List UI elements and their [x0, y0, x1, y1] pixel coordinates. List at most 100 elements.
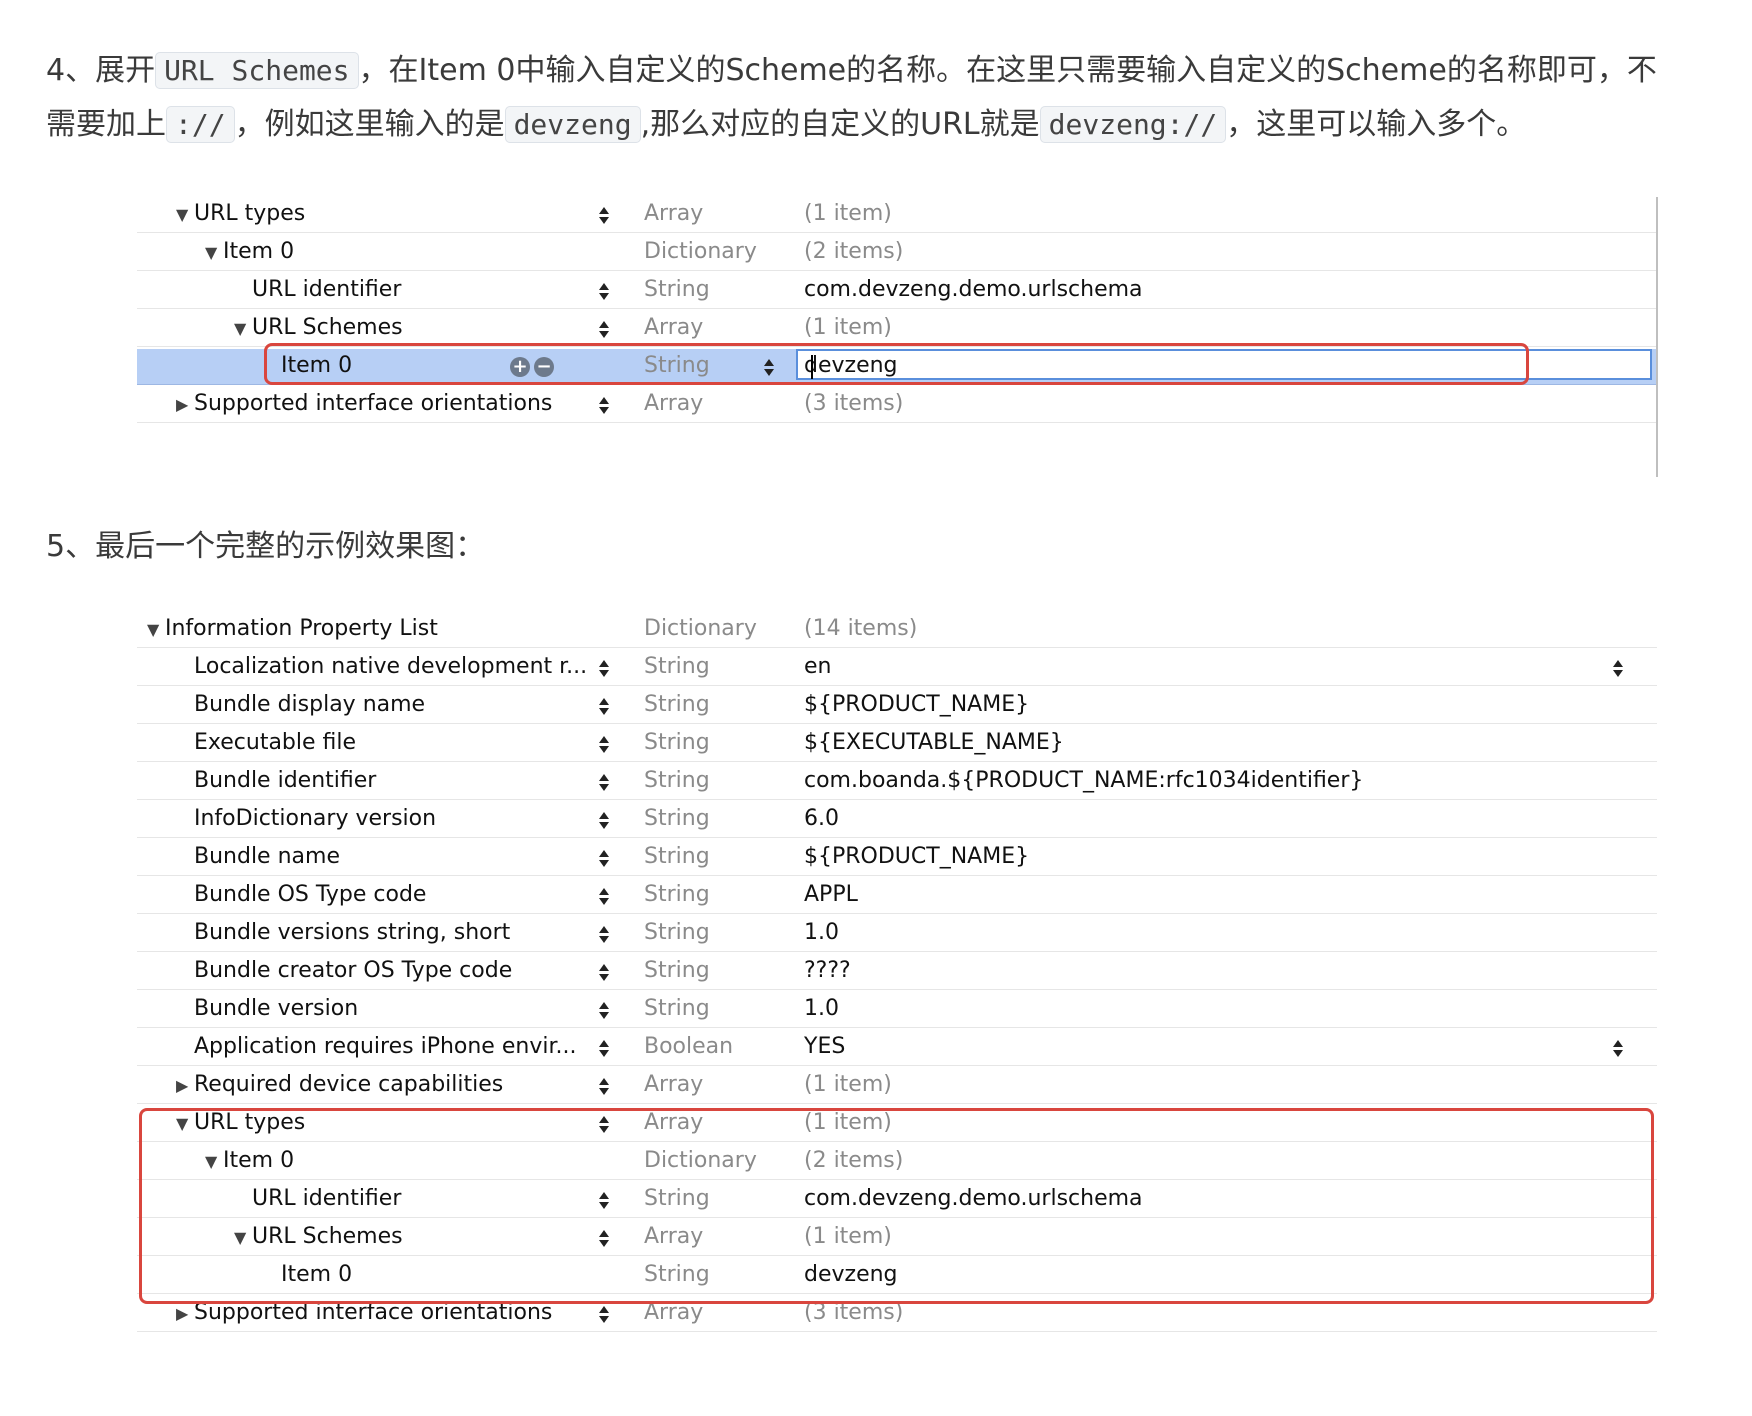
stepper-icon[interactable]	[598, 884, 610, 908]
plist-value[interactable]: en	[804, 654, 831, 679]
stepper-icon[interactable]	[1612, 1036, 1624, 1060]
plist-key-label: Required device capabilities	[194, 1072, 504, 1097]
stepper-icon[interactable]	[598, 960, 610, 984]
plist-value[interactable]: 1.0	[804, 996, 839, 1021]
stepper-icon[interactable]	[598, 656, 610, 680]
plist-row[interactable]: Bundle identifier String com.boanda.${PROD…	[137, 764, 1657, 800]
plist-value[interactable]: ${PRODUCT_NAME}	[804, 692, 1029, 717]
highlight-box-edit-row	[264, 343, 1529, 385]
plist-row[interactable]: ▼ Item 0 Dictionary (2 items)	[137, 235, 1657, 271]
stepper-icon[interactable]	[598, 694, 610, 718]
stepper-icon[interactable]	[598, 998, 610, 1022]
plist-value[interactable]: (3 items)	[804, 391, 903, 416]
plist-row[interactable]: Bundle versions string, short String 1.0	[137, 916, 1657, 952]
plist-row[interactable]: Localization native development r... Stri…	[137, 650, 1657, 686]
plist-value[interactable]: APPL	[804, 882, 858, 907]
plist-row[interactable]: ▼ URL types Array (1 item)	[137, 197, 1657, 233]
plist-value[interactable]: YES	[804, 1034, 845, 1059]
plist-row[interactable]: InfoDictionary version String 6.0	[137, 802, 1657, 838]
plist-type[interactable]: Dictionary	[644, 239, 757, 264]
plist-type[interactable]: String	[644, 806, 710, 831]
plist-row[interactable]: Executable file String ${EXECUTABLE_NAME}	[137, 726, 1657, 762]
stepper-icon[interactable]	[598, 1074, 610, 1098]
plist-value[interactable]: (2 items)	[804, 239, 903, 264]
plist-key-label: Bundle name	[194, 844, 340, 869]
disclosure-expanded-icon[interactable]: ▼	[205, 243, 223, 262]
disclosure-collapsed-icon[interactable]: ▶	[176, 1304, 194, 1323]
plist-type[interactable]: Array	[644, 391, 703, 416]
plist-type[interactable]: String	[644, 844, 710, 869]
plist-type[interactable]: String	[644, 958, 710, 983]
plist-key-label: Item 0	[223, 239, 295, 264]
plist-type[interactable]: Dictionary	[644, 616, 757, 641]
stepper-icon[interactable]	[598, 770, 610, 794]
plist-right-border	[1656, 197, 1658, 477]
plist-row[interactable]: ▶ Supported interface orientations Array (3…	[137, 387, 1657, 423]
stepper-icon[interactable]	[598, 393, 610, 417]
inline-code: devzeng	[504, 106, 641, 143]
plist-value[interactable]: (1 item)	[804, 1072, 892, 1097]
step4-line2: 需要加上://，例如这里输入的是 devzeng ,那么对应的自定义的URL就是 de…	[46, 98, 1746, 152]
plist-row[interactable]: Bundle name String ${PRODUCT_NAME}	[137, 840, 1657, 876]
plist-type[interactable]: Boolean	[644, 1034, 733, 1059]
stepper-icon[interactable]	[598, 732, 610, 756]
plist-type[interactable]: Array	[644, 1072, 703, 1097]
plist-key-label: Information Property List	[165, 616, 438, 641]
plist-key-label: URL identifier	[252, 277, 402, 302]
disclosure-collapsed-icon[interactable]: ▶	[176, 1076, 194, 1095]
plist-editor-url-schemes: ▼ URL types Array (1 item) ▼ Item 0 Dictionary…	[137, 197, 1657, 477]
paragraph-text: 需要加上	[46, 107, 166, 142]
stepper-icon[interactable]	[598, 808, 610, 832]
plist-type[interactable]: String	[644, 730, 710, 755]
plist-type[interactable]: String	[644, 996, 710, 1021]
plist-row[interactable]: Bundle version String 1.0	[137, 992, 1657, 1028]
disclosure-expanded-icon[interactable]: ▼	[147, 620, 165, 639]
plist-type[interactable]: String	[644, 277, 710, 302]
plist-value[interactable]: ${EXECUTABLE_NAME}	[804, 730, 1064, 755]
stepper-icon[interactable]	[598, 846, 610, 870]
plist-type[interactable]: String	[644, 654, 710, 679]
disclosure-expanded-icon[interactable]: ▼	[234, 319, 252, 338]
paragraph-text: ，例如这里输入的是	[234, 107, 505, 142]
plist-value[interactable]: com.devzeng.demo.urlschema	[804, 277, 1143, 302]
plist-key-label: Bundle OS Type code	[194, 882, 427, 907]
plist-value[interactable]: 6.0	[804, 806, 839, 831]
plist-value[interactable]: ${PRODUCT_NAME}	[804, 844, 1029, 869]
stepper-icon[interactable]	[598, 317, 610, 341]
plist-key: Executable file	[194, 730, 356, 755]
plist-row[interactable]: URL identifier String com.devzeng.demo.url…	[137, 273, 1657, 309]
step4-line1: 4、展开 URL Schemes ，在Item 0中输入自定义的Scheme的名称。…	[46, 44, 1746, 98]
plist-value[interactable]: (1 item)	[804, 201, 892, 226]
plist-type[interactable]: String	[644, 920, 710, 945]
plist-value[interactable]: (1 item)	[804, 315, 892, 340]
plist-row[interactable]: ▼ Information Property List Dictionary (14 …	[137, 612, 1657, 648]
plist-row[interactable]: ▶ Required device capabilities Array (1 ite…	[137, 1068, 1657, 1104]
stepper-icon[interactable]	[598, 1036, 610, 1060]
plist-key-label: Executable file	[194, 730, 357, 755]
plist-row[interactable]: Bundle OS Type code String APPL	[137, 878, 1657, 914]
disclosure-expanded-icon[interactable]: ▼	[176, 205, 194, 224]
plist-key: ▼ Information Property List	[147, 616, 438, 641]
plist-type[interactable]: Array	[644, 315, 703, 340]
stepper-icon[interactable]	[598, 922, 610, 946]
plist-type[interactable]: Array	[644, 201, 703, 226]
stepper-icon[interactable]	[598, 279, 610, 303]
stepper-icon[interactable]	[598, 203, 610, 227]
plist-key: InfoDictionary version	[194, 806, 436, 831]
plist-type[interactable]: String	[644, 768, 710, 793]
disclosure-collapsed-icon[interactable]: ▶	[176, 395, 194, 414]
plist-row[interactable]: Bundle display name String ${PRODUCT_NAME}	[137, 688, 1657, 724]
plist-type[interactable]: String	[644, 692, 710, 717]
plist-key-label: InfoDictionary version	[194, 806, 437, 831]
plist-row[interactable]: Bundle creator OS Type code String????	[137, 954, 1657, 990]
plist-row[interactable]: ▼ URL Schemes Array (1 item)	[137, 311, 1657, 347]
plist-value[interactable]: 1.0	[804, 920, 839, 945]
plist-key-label: Supported interface orientations	[194, 391, 553, 416]
stepper-icon[interactable]	[598, 1302, 610, 1326]
plist-type[interactable]: String	[644, 882, 710, 907]
plist-row[interactable]: Application requires iPhone envir... Bool…	[137, 1030, 1657, 1066]
plist-value[interactable]: com.boanda.${PRODUCT_NAME:rfc1034identif…	[804, 768, 1363, 793]
plist-value[interactable]: ????	[804, 958, 851, 983]
plist-value[interactable]: (14 items)	[804, 616, 917, 641]
stepper-icon[interactable]	[1612, 656, 1624, 680]
